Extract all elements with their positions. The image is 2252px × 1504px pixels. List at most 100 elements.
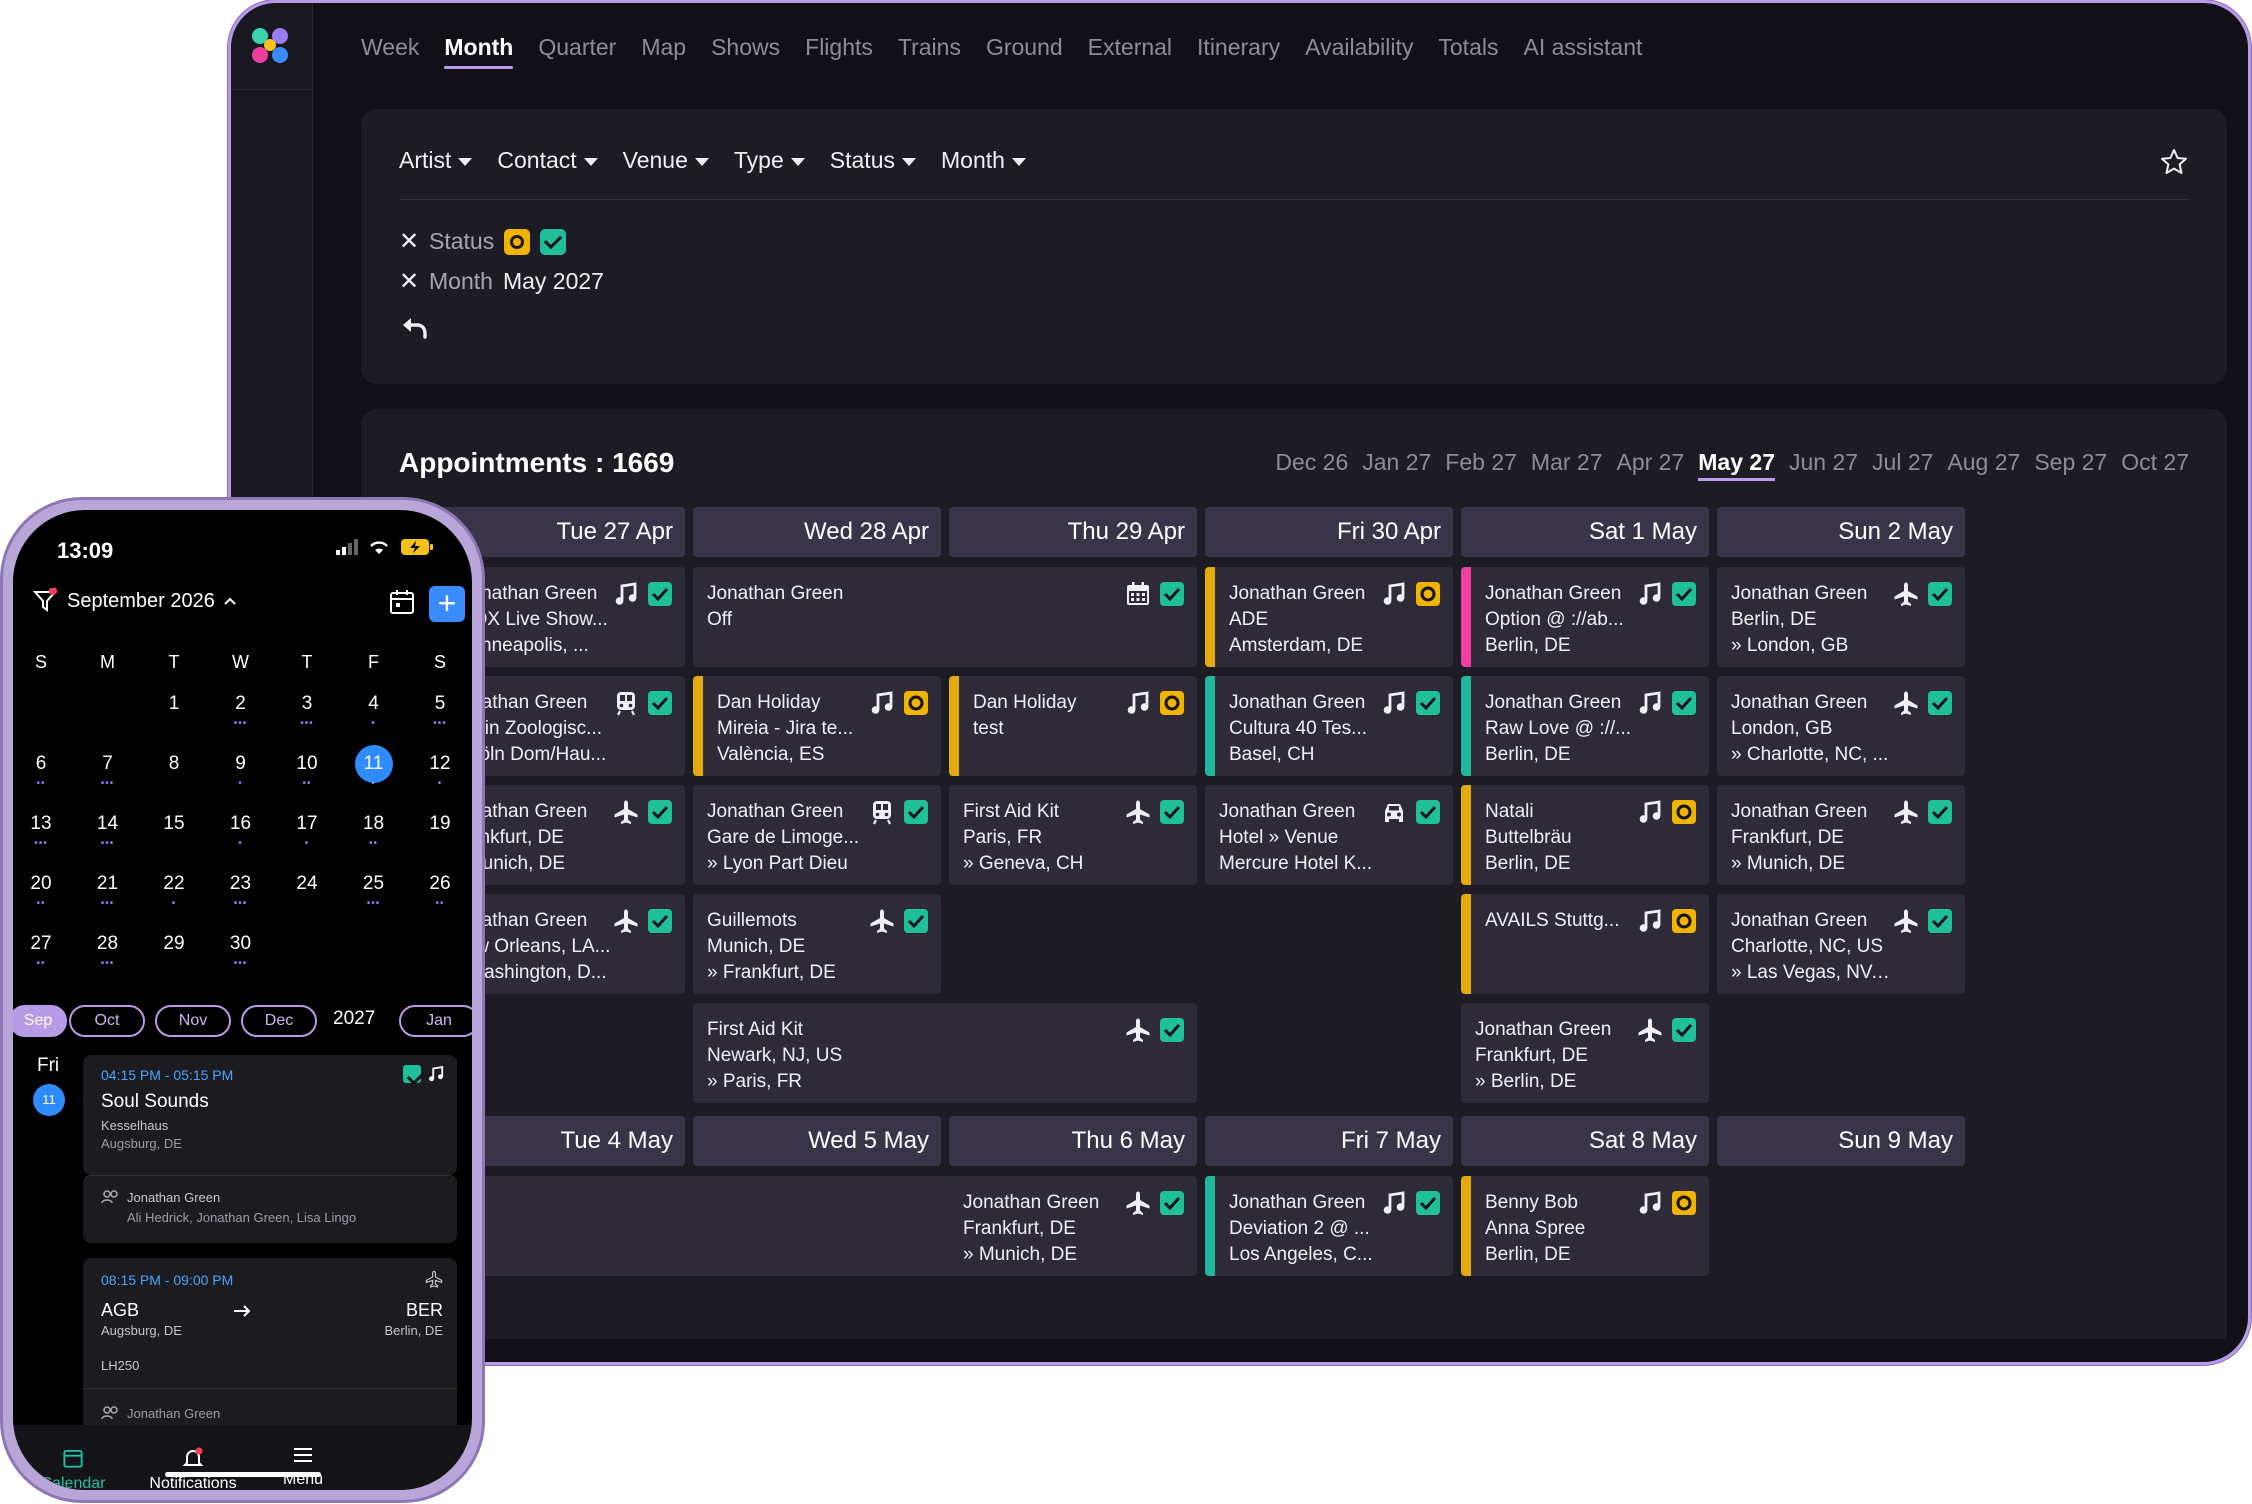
day-header[interactable]: Wed 28 Apr [693,507,941,557]
calendar-day[interactable]: 18 [354,813,394,835]
calendar-event[interactable]: Guillemots Munich, DE » Frankfurt, DE [693,894,941,994]
tab-ground[interactable]: Ground [986,29,1063,75]
event-card[interactable]: 04:15 PM - 05:15 PM Soul Sounds Kesselha… [83,1055,457,1175]
calendar-day[interactable]: 27 [21,933,61,955]
filter-type-dropdown[interactable]: Type [734,147,805,174]
filter-artist-dropdown[interactable]: Artist [399,147,473,174]
calendar-day[interactable]: 14 [88,813,128,835]
calendar-event[interactable]: First Aid Kit Paris, FR » Geneva, CH [949,785,1197,885]
calendar-day[interactable]: 10 [287,753,327,775]
month-chip[interactable]: Sep [13,1005,67,1037]
day-header[interactable]: Thu 29 Apr [949,507,1197,557]
calendar-event[interactable]: Jonathan Green Berlin, DE » London, GB [1717,567,1965,667]
calendar-day[interactable]: 12 [420,753,460,775]
calendar-event[interactable]: Jonathan Green Frankfurt, DE » Berlin, DE [1461,1003,1709,1103]
calendar-day[interactable]: 23 [221,873,261,895]
calendar-day[interactable]: 1 [154,693,194,715]
calendar-event[interactable]: Jonathan Green Cultura 40 Tes... Basel, CH [1205,676,1453,776]
day-header[interactable]: Wed 5 May [693,1116,941,1166]
month-chip[interactable]: Nov [155,1005,231,1037]
month-link[interactable]: Mar 27 [1531,449,1603,481]
calendar-day[interactable]: 11 [354,753,394,775]
calendar-day[interactable]: 29 [154,933,194,955]
calendar-event[interactable]: Jonathan Green Option @ ://ab... Berlin, D… [1461,567,1709,667]
calendar-day[interactable]: 24 [287,873,327,895]
calendar-day[interactable]: 30 [221,933,261,955]
calendar-day[interactable]: 4 [354,693,394,715]
month-link[interactable]: Jul 27 [1872,449,1933,481]
calendar-day[interactable]: 22 [154,873,194,895]
day-header[interactable]: Sat 8 May [1461,1116,1709,1166]
calendar-day[interactable]: 21 [88,873,128,895]
calendar-day[interactable]: 25 [354,873,394,895]
month-link[interactable]: Feb 27 [1445,449,1517,481]
close-icon[interactable]: ✕ [399,227,419,256]
tab-ai-assistant[interactable]: AI assistant [1523,29,1642,75]
calendar-day[interactable]: 5 [420,693,460,715]
tab-itinerary[interactable]: Itinerary [1197,29,1280,75]
calendar-day[interactable]: 2 [221,693,261,715]
calendar-day[interactable]: 3 [287,693,327,715]
month-chip[interactable]: Jan [399,1005,472,1037]
filter-venue-dropdown[interactable]: Venue [623,147,709,174]
calendar-day[interactable]: 17 [287,813,327,835]
calendar-event[interactable]: Jonathan Green London, GB » Charlotte, NC,… [1717,676,1965,776]
day-header[interactable]: Fri 7 May [1205,1116,1453,1166]
calendar-event[interactable]: Jonathan Green Frankfurt, DE » Munich, DE [949,1176,1197,1276]
calendar-day[interactable]: 26 [420,873,460,895]
tab-month[interactable]: Month [444,29,513,75]
calendar-event[interactable]: Jonathan Green Frankfurt, DE » Munich, DE [1717,785,1965,885]
month-link[interactable]: Dec 26 [1275,449,1348,481]
calendar-day[interactable]: 13 [21,813,61,835]
calendar-event[interactable]: Benny Bob Anna Spree Berlin, DE [1461,1176,1709,1276]
calendar-day[interactable]: 28 [88,933,128,955]
calendar-event[interactable]: Jonathan Green Raw Love @ ://... Berlin, D… [1461,676,1709,776]
month-link[interactable]: Oct 27 [2121,449,2189,481]
calendar-day[interactable]: 19 [420,813,460,835]
calendar-day[interactable]: 20 [21,873,61,895]
calendar-day[interactable]: 6 [21,753,61,775]
tab-trains[interactable]: Trains [898,29,961,75]
calendar-day[interactable]: 7 [88,753,128,775]
app-logo[interactable] [249,25,293,69]
tab-calendar[interactable]: Calendar [33,1447,113,1490]
month-link[interactable]: May 27 [1698,449,1775,481]
calendar-event[interactable]: First Aid Kit Newark, NJ, US » Paris, FR [693,1003,1197,1103]
calendar-event[interactable]: Dan Holiday test [949,676,1197,776]
tab-totals[interactable]: Totals [1438,29,1498,75]
tab-menu[interactable]: Menu [263,1447,343,1489]
calendar-day[interactable]: 8 [154,753,194,775]
tab-external[interactable]: External [1088,29,1172,75]
calendar-event[interactable]: AVAILS Stuttg... [1461,894,1709,994]
flight-card[interactable]: 08:15 PM - 09:00 PM AGB Augsburg, DE BER… [83,1258,457,1433]
filter-month-dropdown[interactable]: Month [941,147,1026,174]
calendar-icon[interactable] [388,588,416,616]
day-header[interactable]: Sun 2 May [1717,507,1965,557]
undo-icon[interactable] [399,312,429,342]
calendar-event[interactable]: Dan Holiday Mireia - Jira te... València, … [693,676,941,776]
filter-icon[interactable] [33,588,59,614]
tab-week[interactable]: Week [361,29,419,75]
calendar-day[interactable]: 16 [221,813,261,835]
day-header[interactable]: Thu 6 May [949,1116,1197,1166]
calendar-event[interactable]: Jonathan Green Deviation 2 @ ... Los Angel… [1205,1176,1453,1276]
month-link[interactable]: Jun 27 [1789,449,1858,481]
calendar-event[interactable]: Jonathan Green ADE Amsterdam, DE [1205,567,1453,667]
month-link[interactable]: Aug 27 [1947,449,2020,481]
calendar-event[interactable]: Natali Buttelbräu Berlin, DE [1461,785,1709,885]
filter-contact-dropdown[interactable]: Contact [497,147,598,174]
day-header[interactable]: Fri 30 Apr [1205,507,1453,557]
calendar-event[interactable]: Jonathan Green Off [693,567,1197,667]
close-icon[interactable]: ✕ [399,267,419,296]
tab-quarter[interactable]: Quarter [538,29,616,75]
month-chip[interactable]: Dec [241,1005,317,1037]
calendar-day[interactable]: 15 [154,813,194,835]
month-chip[interactable]: Oct [69,1005,145,1037]
calendar-day[interactable]: 9 [221,753,261,775]
add-button[interactable]: + [429,586,465,622]
filter-status-dropdown[interactable]: Status [830,147,916,174]
day-header[interactable]: Sun 9 May [1717,1116,1965,1166]
month-selector[interactable]: September 2026 [33,588,237,614]
star-icon[interactable] [2159,147,2189,177]
calendar-event[interactable]: Jonathan Green Gare de Limoge... » Lyon Pa… [693,785,941,885]
